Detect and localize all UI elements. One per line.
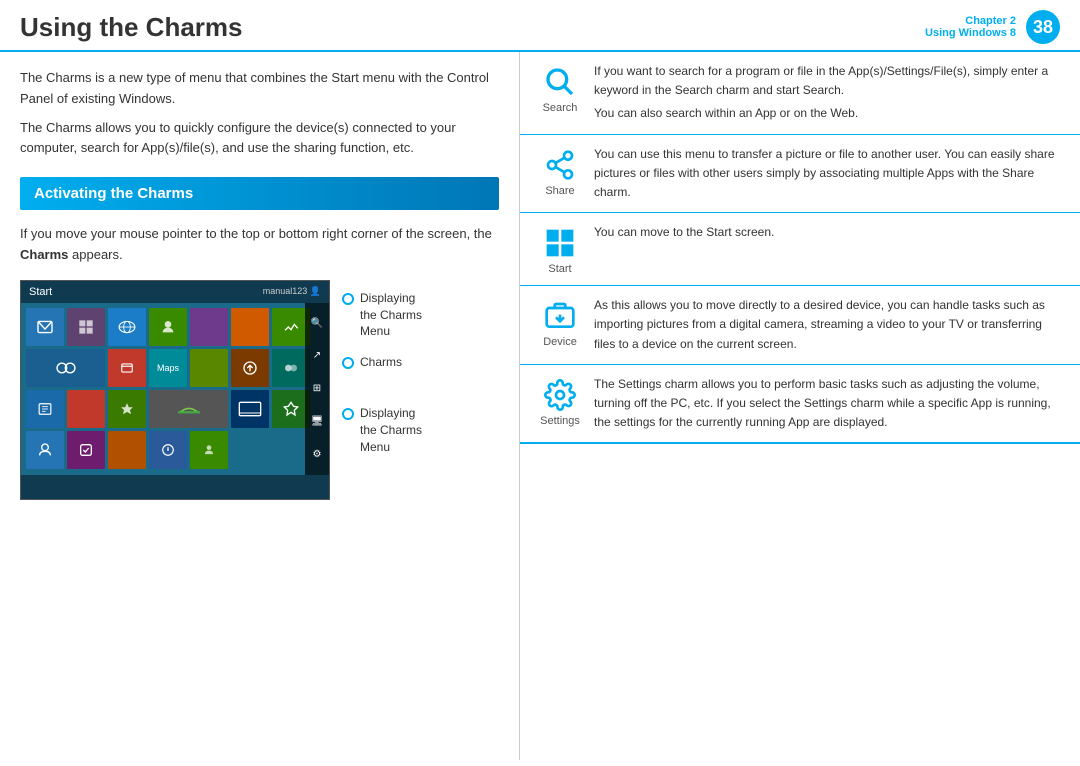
section-header-activating: Activating the Charms: [20, 177, 499, 210]
chapter-label: Chapter 2: [965, 15, 1016, 27]
callout-labels: Displaying the Charms Menu Charms Displa…: [342, 280, 422, 480]
settings-desc-1: The Settings charm allows you to perform…: [594, 375, 1066, 433]
tile-5: [190, 308, 228, 346]
tile-3: [108, 308, 146, 346]
right-column: Search If you want to search for a progr…: [520, 52, 1080, 760]
tile-6: [231, 308, 269, 346]
search-icon-col: Search: [534, 62, 586, 124]
device-desc-1: As this allows you to move directly to a…: [594, 296, 1066, 354]
tile-14: [26, 390, 64, 428]
tile-17: [149, 390, 228, 428]
settings-desc: The Settings charm allows you to perform…: [586, 375, 1066, 433]
charm-device: 🖥: [309, 414, 325, 430]
callout-3-text: Displaying the Charms Menu: [360, 405, 422, 455]
start-icon-col: Start: [534, 223, 586, 275]
chapter-number: 38: [1026, 10, 1060, 44]
tile-24: [190, 431, 228, 469]
chapter-subtitle: Using Windows 8: [925, 27, 1016, 39]
charm-row-start: Start You can move to the Start screen.: [520, 213, 1080, 286]
tile-16: [108, 390, 146, 428]
charm-row-search: Search If you want to search for a progr…: [520, 52, 1080, 135]
search-desc-1: If you want to search for a program or f…: [594, 62, 1066, 100]
tile-2: [67, 308, 105, 346]
tile-12: [231, 349, 269, 387]
settings-icon-col: Settings: [534, 375, 586, 433]
settings-label: Settings: [540, 415, 580, 427]
intro-paragraph-1: The Charms is a new type of menu that co…: [20, 68, 499, 110]
device-icon-col: Device: [534, 296, 586, 354]
win8-screenshot: Start manual123 👤: [20, 280, 330, 500]
tile-20: [26, 431, 64, 469]
start-label: Start: [548, 263, 571, 275]
tile-1: [26, 308, 64, 346]
win8-start-label: Start: [29, 286, 52, 298]
settings-charm-icon: [544, 379, 576, 411]
page-header: Using the Charms Chapter 2 Using Windows…: [0, 0, 1080, 52]
device-label: Device: [543, 336, 577, 348]
left-column: The Charms is a new type of menu that co…: [0, 52, 520, 760]
share-label: Share: [545, 185, 574, 197]
charm-search: 🔍: [309, 315, 325, 331]
win8-user: manual123 👤: [263, 286, 321, 297]
device-desc: As this allows you to move directly to a…: [586, 296, 1066, 354]
charm-start: ⊞: [309, 381, 325, 397]
page-title: Using the Charms: [20, 12, 243, 43]
tile-21: [67, 431, 105, 469]
tile-10: Maps: [149, 349, 187, 387]
callout-1-text: Displaying the Charms Menu: [360, 290, 422, 340]
tile-4: [149, 308, 187, 346]
charm-settings: ⚙: [309, 446, 325, 462]
search-desc: If you want to search for a program or f…: [586, 62, 1066, 124]
callout-1-dot: [342, 293, 354, 305]
win8-taskbar: Start manual123 👤: [21, 281, 329, 303]
chapter-info: Chapter 2 Using Windows 8: [925, 15, 1016, 39]
search-desc-2: You can also search within an App or on …: [594, 104, 1066, 123]
charms-bar: 🔍 ↗ ⊞ 🖥 ⚙: [305, 303, 329, 475]
tile-18: [231, 390, 269, 428]
callout-2: Charms: [342, 354, 422, 371]
callout-3: Displaying the Charms Menu: [342, 405, 422, 455]
share-desc-1: You can use this menu to transfer a pict…: [594, 145, 1066, 203]
charm-row-device: Device As this allows you to move direct…: [520, 286, 1080, 365]
callout-2-dot: [342, 357, 354, 369]
tile-23: [149, 431, 187, 469]
charm-row-share: Share You can use this menu to transfer …: [520, 135, 1080, 214]
activating-paragraph: If you move your mouse pointer to the to…: [20, 224, 499, 266]
search-label: Search: [543, 102, 578, 114]
start-desc-1: You can move to the Start screen.: [594, 223, 1066, 242]
tile-22: [108, 431, 146, 469]
win8-bottom-bar: [21, 475, 329, 499]
tile-11: [190, 349, 228, 387]
share-charm-icon: [544, 149, 576, 181]
tiles-grid: Maps: [21, 303, 329, 474]
callout-3-dot: [342, 408, 354, 420]
tile-8: [26, 349, 105, 387]
screenshot-area: Start manual123 👤: [20, 280, 499, 500]
tile-15: [67, 390, 105, 428]
chapter-badge: Chapter 2 Using Windows 8 38: [925, 10, 1060, 44]
tile-9: [108, 349, 146, 387]
charm-row-settings: Settings The Settings charm allows you t…: [520, 365, 1080, 445]
start-charm-icon: [544, 227, 576, 259]
share-desc: You can use this menu to transfer a pict…: [586, 145, 1066, 203]
main-content: The Charms is a new type of menu that co…: [0, 52, 1080, 760]
device-charm-icon: [544, 300, 576, 332]
search-charm-icon: [544, 66, 576, 98]
charm-share: ↗: [309, 348, 325, 364]
intro-paragraph-2: The Charms allows you to quickly configu…: [20, 118, 499, 160]
callout-2-text: Charms: [360, 354, 402, 371]
callout-1: Displaying the Charms Menu: [342, 290, 422, 340]
start-desc: You can move to the Start screen.: [586, 223, 1066, 275]
share-icon-col: Share: [534, 145, 586, 203]
